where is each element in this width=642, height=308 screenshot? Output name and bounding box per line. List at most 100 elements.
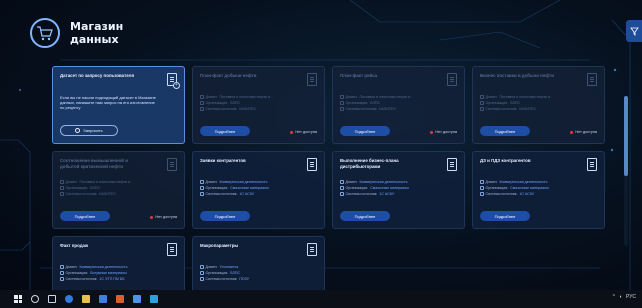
request-button-label: Запросить (83, 128, 103, 133)
chevron-up-icon[interactable]: ^ (613, 294, 615, 300)
document-icon (307, 158, 317, 171)
request-icon (75, 128, 81, 133)
document-icon (587, 73, 597, 86)
person-icon (480, 186, 484, 190)
card-meta: Домен: Коммерческая деятельность Организа… (60, 264, 127, 282)
folder-icon (200, 180, 204, 184)
dataset-card[interactable]: Выполнение бизнес-плана дистрибьюторами … (332, 151, 465, 229)
card-meta: Домен: Коммерческая деятельность Организа… (340, 179, 409, 197)
meta-label: Системы источник: (205, 107, 238, 111)
status-label: Нет доступа (295, 130, 317, 134)
monitor-icon (340, 192, 344, 196)
edge-browser-icon[interactable] (65, 295, 73, 303)
volume-icon[interactable]: ◖ (619, 294, 622, 300)
more-button[interactable]: Подробнее (60, 211, 110, 221)
card-title: Соотношение вымышленной и добытой критич… (60, 158, 128, 169)
meta-label: Системы источник: (205, 192, 238, 196)
meta-source: Системы источник: ПОЗУ (200, 276, 249, 282)
meta-source: Системы источник: КАЛИТЕХ (480, 106, 553, 112)
meta-source: Системы источник: 1С АСКУ (200, 191, 269, 197)
monitor-icon (480, 192, 484, 196)
dataset-card[interactable]: План-факт рейса Домен: Поставка и логисти… (332, 66, 465, 144)
card-title: ДЗ и ПДЗ контрагентов (480, 158, 531, 163)
app-icon[interactable] (116, 295, 124, 303)
status-label: Нет доступа (435, 130, 457, 134)
app-window: Магазин данных Датасет по запросу пользо… (0, 0, 642, 290)
app-icon[interactable] (150, 295, 158, 303)
no-access-status: Нет доступа (430, 130, 457, 134)
status-dot-icon (430, 130, 434, 134)
meta-label: Системы источник: (485, 107, 518, 111)
card-meta: Домен: Поставка и логистика нефти и... Ор… (340, 94, 413, 112)
meta-source: Системы источник: КАЛИТЕХ (340, 106, 413, 112)
dataset-card[interactable]: Соотношение вымышленной и добытой критич… (52, 151, 185, 229)
more-button[interactable]: Подробнее (340, 211, 390, 221)
person-icon (340, 101, 344, 105)
person-icon (200, 101, 204, 105)
card-title: Выполнение бизнес-плана дистрибьюторами (340, 158, 399, 169)
card-title: Заявки контрагентов (200, 158, 246, 163)
monitor-icon (480, 107, 484, 111)
dataset-card[interactable]: План-факт добычи нефти Домен: Поставка и … (192, 66, 325, 144)
card-meta: Домен: Поставка и логистика нефти и... Ор… (200, 94, 273, 112)
status-label: Нет доступа (155, 215, 177, 219)
folder-icon (200, 265, 204, 269)
card-title: Макропараметры (200, 243, 239, 248)
meta-value: 1С ЭТП ПМ ББ (99, 277, 125, 281)
no-access-status: Нет доступа (570, 130, 597, 134)
status-label: Нет доступа (575, 130, 597, 134)
folder-icon (60, 180, 64, 184)
filter-button[interactable] (626, 20, 642, 42)
more-button[interactable]: Подробнее (340, 126, 390, 136)
scrollbar-thumb[interactable] (624, 96, 628, 176)
scrollbar[interactable] (624, 96, 628, 246)
dataset-card[interactable]: Макропараметры Домен: Уточняется Организа… (192, 236, 325, 290)
file-explorer-icon[interactable] (82, 295, 90, 303)
meta-label: Системы источник: (345, 107, 378, 111)
dataset-grid: Датасет по запросу пользователя + Если в… (52, 66, 608, 290)
app-icon[interactable] (133, 295, 141, 303)
document-icon (167, 158, 177, 171)
app-icon[interactable] (99, 295, 107, 303)
more-button[interactable]: Подробнее (480, 126, 530, 136)
person-icon (200, 271, 204, 275)
add-document-icon: + (167, 73, 180, 89)
search-icon[interactable] (31, 295, 39, 303)
more-button[interactable]: Подробнее (200, 126, 250, 136)
card-title: План-факт добычи нефти (200, 73, 257, 78)
meta-label: Системы источник: (65, 192, 98, 196)
monitor-icon (340, 107, 344, 111)
dataset-card[interactable]: ДЗ и ПДЗ контрагентов Домен: Коммерческая… (472, 151, 605, 229)
meta-value: КАЛИТЕХ (99, 192, 116, 196)
document-icon (307, 243, 317, 256)
folder-icon (480, 180, 484, 184)
person-icon (60, 186, 64, 190)
person-icon (60, 271, 64, 275)
request-button[interactable]: Запросить (60, 125, 118, 136)
status-dot-icon (150, 215, 154, 219)
dataset-card[interactable]: Факт продаж Домен: Коммерческая деятельно… (52, 236, 185, 290)
meta-source: Системы источник: 1С ЭТП ПМ ББ (60, 276, 127, 282)
page-header: Магазин данных (30, 18, 130, 48)
card-meta: Домен: Коммерческая деятельность Организа… (200, 179, 269, 197)
document-icon (447, 73, 457, 86)
task-view-icon[interactable] (48, 295, 56, 303)
windows-start-icon[interactable] (14, 295, 22, 303)
folder-icon (340, 180, 344, 184)
more-button[interactable]: Подробнее (200, 211, 250, 221)
meta-label: Системы источник: (205, 277, 238, 281)
meta-label: Системы источник: (65, 277, 98, 281)
language-indicator[interactable]: РУС (626, 294, 636, 300)
monitor-icon (200, 192, 204, 196)
request-dataset-card[interactable]: Датасет по запросу пользователя + Если в… (52, 66, 185, 144)
dataset-card[interactable]: Бизнес поставки и добычи нефти Домен: Пос… (472, 66, 605, 144)
meta-source: Системы источник: 1С АСКУ (340, 191, 409, 197)
filter-icon (629, 27, 639, 36)
dataset-card[interactable]: Заявки контрагентов Домен: Коммерческая д… (192, 151, 325, 229)
monitor-icon (200, 107, 204, 111)
person-icon (200, 186, 204, 190)
meta-label: Системы источник: (345, 192, 378, 196)
card-title: Бизнес поставки и добычи нефти (480, 73, 554, 78)
card-meta: Домен: Поставка и логистика нефти и... Ор… (60, 179, 133, 197)
more-button[interactable]: Подробнее (480, 211, 530, 221)
